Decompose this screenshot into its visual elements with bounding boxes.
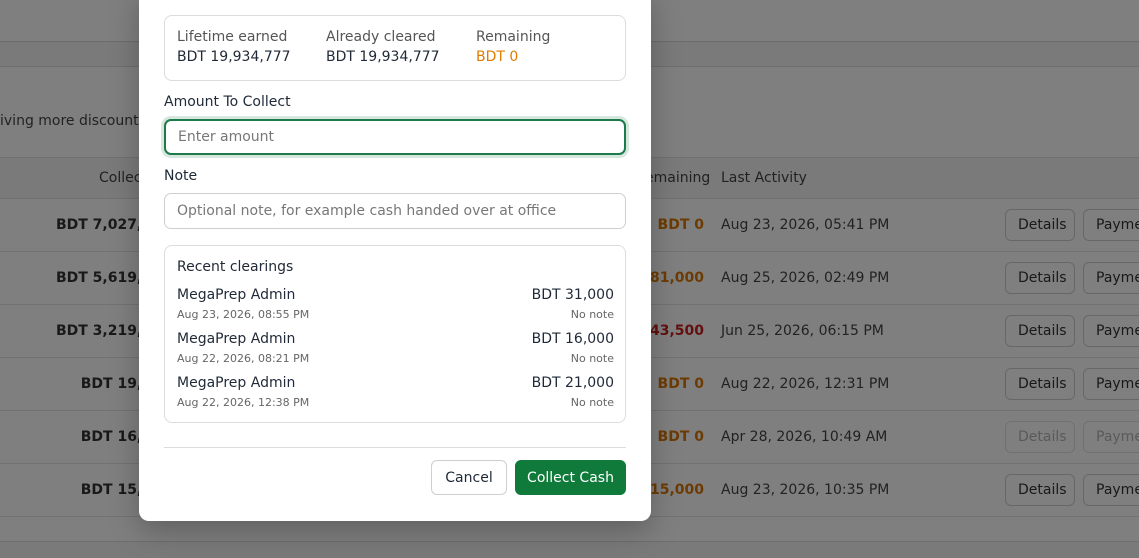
remaining-label: Remaining [476, 29, 551, 45]
clearing-date: Aug 23, 2026, 08:55 PM [177, 308, 310, 321]
clearing-note: No note [570, 308, 614, 321]
clearing-amount: BDT 21,000 [531, 375, 614, 391]
recent-clearings: Recent clearings MegaPrep Admin Aug 23, … [164, 245, 626, 423]
already-cleared-label: Already cleared [326, 29, 436, 45]
lifetime-earned-value: BDT 19,934,777 [177, 49, 291, 65]
earnings-summary: Lifetime earned BDT 19,934,777 Already c… [164, 15, 626, 81]
remaining-stat: Remaining BDT 0 [476, 29, 550, 65]
clearing-amount: BDT 31,000 [531, 287, 614, 303]
cancel-button[interactable]: Cancel [431, 460, 507, 495]
lifetime-earned-label: Lifetime earned [177, 29, 288, 45]
lifetime-earned-stat: Lifetime earned BDT 19,934,777 [177, 29, 291, 65]
clearing-note: No note [570, 396, 614, 409]
footer-divider [164, 447, 626, 448]
recent-clearings-title: Recent clearings [177, 259, 294, 275]
already-cleared-value: BDT 19,934,777 [326, 49, 440, 65]
list-item: MegaPrep Admin Aug 23, 2026, 08:55 PM BD… [177, 287, 614, 327]
amount-label: Amount To Collect [164, 94, 291, 110]
collect-cash-button[interactable]: Collect Cash [515, 460, 626, 495]
note-label: Note [164, 168, 198, 184]
clearing-admin: MegaPrep Admin [177, 331, 296, 347]
amount-input[interactable] [164, 119, 626, 155]
collect-cash-modal: Lifetime earned BDT 19,934,777 Already c… [139, 0, 651, 521]
list-item: MegaPrep Admin Aug 22, 2026, 08:21 PM BD… [177, 331, 614, 371]
clearing-amount: BDT 16,000 [531, 331, 614, 347]
already-cleared-stat: Already cleared BDT 19,934,777 [326, 29, 440, 65]
clearing-date: Aug 22, 2026, 12:38 PM [177, 396, 310, 409]
clearing-note: No note [570, 352, 614, 365]
remaining-value: BDT 0 [476, 49, 519, 65]
clearing-date: Aug 22, 2026, 08:21 PM [177, 352, 310, 365]
clearing-admin: MegaPrep Admin [177, 375, 296, 391]
clearing-admin: MegaPrep Admin [177, 287, 296, 303]
list-item: MegaPrep Admin Aug 22, 2026, 12:38 PM BD… [177, 375, 614, 415]
note-input[interactable] [164, 193, 626, 229]
